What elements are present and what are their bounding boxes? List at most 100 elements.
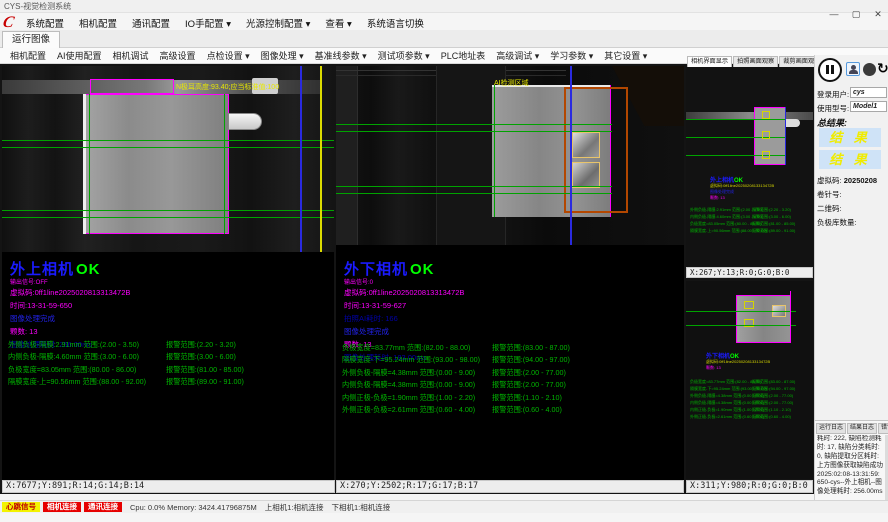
camera-name-label: 外下相机 (344, 261, 408, 278)
login-user-field[interactable]: cys (850, 87, 887, 98)
tab-run-image[interactable]: 运行图像 (2, 31, 60, 48)
defect-thumbnail (572, 162, 600, 188)
camera-image[interactable]: AI检测区域 (336, 66, 684, 245)
login-user-label: 登录用户: (817, 89, 849, 100)
alarm-range: 报警范围:(3.00 - 6.00) (752, 214, 791, 220)
alarm-range: 报警范围:(1.10 - 2.10) (492, 393, 562, 403)
menu-item[interactable]: IO手配置 ▾ (185, 16, 231, 30)
measurement-value: 内侧负极-隔膜=4.38mm 范围:(0.00 - 9.00) (342, 380, 475, 389)
ai-region-label: AI检测区域 (494, 78, 529, 88)
measurement-row: 外侧正极-负极=2.61mm 范围:(0.60 - 4.00)报警范围:(0.6… (342, 405, 682, 417)
measurement-value: 隔膜宽度-下=95.24mm 范围:(93.00 - 98.00) (342, 355, 480, 364)
status-badges: 心跳信号相机连接通讯连接 (2, 502, 122, 512)
measurement-value: 负极宽度=83.77mm 范围:(82.00 - 88.00) (690, 379, 761, 384)
close-icon[interactable]: ✕ (871, 8, 885, 20)
time-label: 时间:13-31-59-627 (344, 299, 464, 312)
toolbar-item[interactable]: 基准线参数 ▾ (315, 49, 367, 62)
camera-image-mini[interactable]: 外下相机OK 虚拟码:0ff1line2025020813313472B 颗数:… (686, 281, 813, 479)
alarm-range: 报警范围:(3.00 - 6.00) (166, 352, 236, 362)
pause-button[interactable] (818, 58, 842, 82)
log-tab[interactable]: 错误日志 (878, 423, 888, 434)
toolbar-item[interactable]: 其它设置 ▾ (604, 49, 647, 62)
model-field[interactable]: Model1 (850, 101, 887, 112)
camera-view-outer-upper[interactable]: N极耳高度:93.40;应当标准值:100 外上相机OK 输出信号:OFF 虚拟… (2, 66, 334, 480)
measurement-value: 隔膜宽度-上=90.56mm 范围:(88.00 - 92.00) (8, 377, 146, 386)
log-tab[interactable]: 结果日志 (847, 423, 877, 434)
menu-item[interactable]: 光源控制配置 ▾ (246, 16, 310, 30)
preview-tab[interactable]: 相机界面显示 (687, 56, 732, 67)
menu-item[interactable]: 查看 ▾ (325, 16, 351, 30)
maximize-icon[interactable]: ▢ (849, 8, 863, 20)
user-icon (849, 70, 858, 74)
measurement-value: 负极宽度=83.77mm 范围:(82.00 - 88.00) (342, 343, 470, 352)
toolbar-item[interactable]: AI使用配置 (57, 49, 102, 62)
measurement-row: 外侧负极-隔膜:2.91mm 范围:(2.00 - 3.50)报警范围:(2.2… (8, 340, 332, 352)
preview-view-top[interactable]: 外上相机OK 虚拟码:0ff1line2025020813313472B 图像处… (686, 67, 813, 267)
camera-image-mini[interactable]: 外上相机OK 虚拟码:0ff1line2025020813313472B 图像处… (686, 67, 813, 267)
log-text: 耗时: 222, 缺陷检测耗时: 17, 缺陷分类耗时: 0, 缺陷提取分区耗时… (817, 435, 883, 509)
anode-count-label: 负极库数量: (817, 217, 857, 228)
toolbar-item[interactable]: PLC地址表 (441, 49, 486, 62)
measurement-row: 内侧正极-负极=1.90mm 范围:(1.00 - 2.20)报警范围:(1.1… (690, 407, 810, 414)
overlay-line-blue (570, 66, 572, 245)
overlay-roi-box (90, 79, 174, 94)
panel-edge-highlight (83, 94, 86, 234)
user-lock-button[interactable] (846, 62, 860, 76)
overlay-line-magenta (790, 291, 791, 343)
minimize-icon[interactable]: — (827, 8, 841, 20)
alarm-range: 报警范围:(83.00 - 87.00) (752, 379, 795, 385)
toolbar-item[interactable]: 测试项参数 ▾ (378, 49, 430, 62)
measurement-row: 内侧负极-隔膜=4.38mm 范围:(0.00 - 9.00)报警范围:(2.0… (342, 380, 682, 392)
measurement-value: 内侧负极-隔膜:4.60mm 范围:(3.00 - 6.00) (8, 352, 139, 361)
overlay-line (2, 210, 334, 211)
process-done-label: 图像处理完成 (10, 312, 130, 325)
overlay-line-blue (300, 66, 302, 252)
measurement-row: 隔膜宽度-上=90.56mm 范围:(88.00 - 92.00)报警范围:(8… (690, 228, 810, 235)
toolbar-item[interactable]: 高级调试 ▾ (496, 49, 539, 62)
camera-view-outer-lower[interactable]: AI检测区域 外下相机OK 输出信号:0 虚拟码:0ff1line2025020… (336, 66, 684, 480)
model-label: 使用型号: (817, 103, 849, 114)
pixel-coords-middle: X:270;Y:2502;R:17;G:17;B:17 (336, 480, 684, 493)
measurement-list: 负极宽度=83.77mm 范围:(82.00 - 88.00)报警范围:(83.… (342, 343, 682, 417)
overlay-line (2, 140, 334, 141)
menu-item[interactable]: 系统语言切换 (367, 16, 424, 30)
measurement-row: 外侧负极-隔膜:2.91mm 范围:(2.00 - 3.50)报警范围:(2.2… (690, 207, 810, 214)
overlay-line-yellow (320, 66, 322, 252)
toolbar-item[interactable]: 相机调试 (113, 49, 149, 62)
measurement-row: 外侧负极-隔膜=4.38mm 范围:(0.00 - 9.00)报警范围:(2.0… (342, 368, 682, 380)
count-mini: 颗数: 13 (706, 365, 721, 371)
result-header: 外上相机OK 输出信号:OFF 虚拟码:0ff1line202502081331… (10, 258, 130, 351)
menu-item[interactable]: 相机配置 (79, 16, 117, 30)
pause-icon (831, 65, 834, 74)
overlay-line (2, 217, 334, 218)
camera-mode-button[interactable] (863, 63, 876, 76)
alarm-range: 报警范围:(2.00 - 77.00) (492, 368, 566, 378)
toolbar-item[interactable]: 学习参数 ▾ (550, 49, 593, 62)
toolbar-item[interactable]: 高级设置 (160, 49, 196, 62)
preview-tabs: 相机界面显示拍照画面观察裁剪画面观察 (687, 56, 824, 67)
status-ok-label: OK (76, 261, 101, 278)
app-window: CYS-视觉检测系统 — ▢ ✕ C 系统配置相机配置通讯配置IO手配置 ▾光源… (0, 0, 888, 522)
menu-item[interactable]: 通讯配置 (132, 16, 170, 30)
preview-view-bottom[interactable]: 外下相机OK 虚拟码:0ff1line2025020813313472B 颗数:… (686, 281, 813, 479)
measurement-row: 内侧正极-负极=1.90mm 范围:(1.00 - 2.20)报警范围:(1.1… (342, 393, 682, 405)
measurement-row: 内侧负极-隔膜:4.60mm 范围:(3.00 - 6.00) 报警范围:(3.0… (8, 352, 332, 364)
connector-tab-mini (786, 119, 800, 127)
roi-box-mini (762, 151, 770, 159)
overlay-line (686, 325, 796, 326)
overlay-line (2, 147, 334, 148)
toolbar-item[interactable]: 点检设置 ▾ (207, 49, 250, 62)
toolbar-item[interactable]: 相机配置 (10, 49, 46, 62)
overlay-line (686, 137, 786, 138)
alarm-range: 报警范围:(0.60 - 4.00) (752, 414, 791, 420)
measurement-row: 负极宽度=83.05mm 范围:(80.00 - 86.00)报警范围:(81.… (8, 365, 332, 377)
menu-item[interactable]: 系统配置 (26, 16, 64, 30)
measurement-row: 内侧负极-隔膜=4.38mm 范围:(0.00 - 9.00)报警范围:(2.0… (690, 400, 810, 407)
log-tab[interactable]: 运行日志 (816, 423, 846, 434)
preview-tab[interactable]: 拍照画面观察 (733, 56, 778, 67)
refresh-button[interactable]: ↻ (877, 61, 888, 75)
alarm-range: 报警范围:(89.00 - 91.00) (752, 228, 795, 234)
result-badge-2: 结 果 (819, 150, 881, 169)
camera-image[interactable]: N极耳高度:93.40;应当标准值:100 (2, 66, 334, 252)
toolbar-item[interactable]: 图像处理 ▾ (261, 49, 304, 62)
